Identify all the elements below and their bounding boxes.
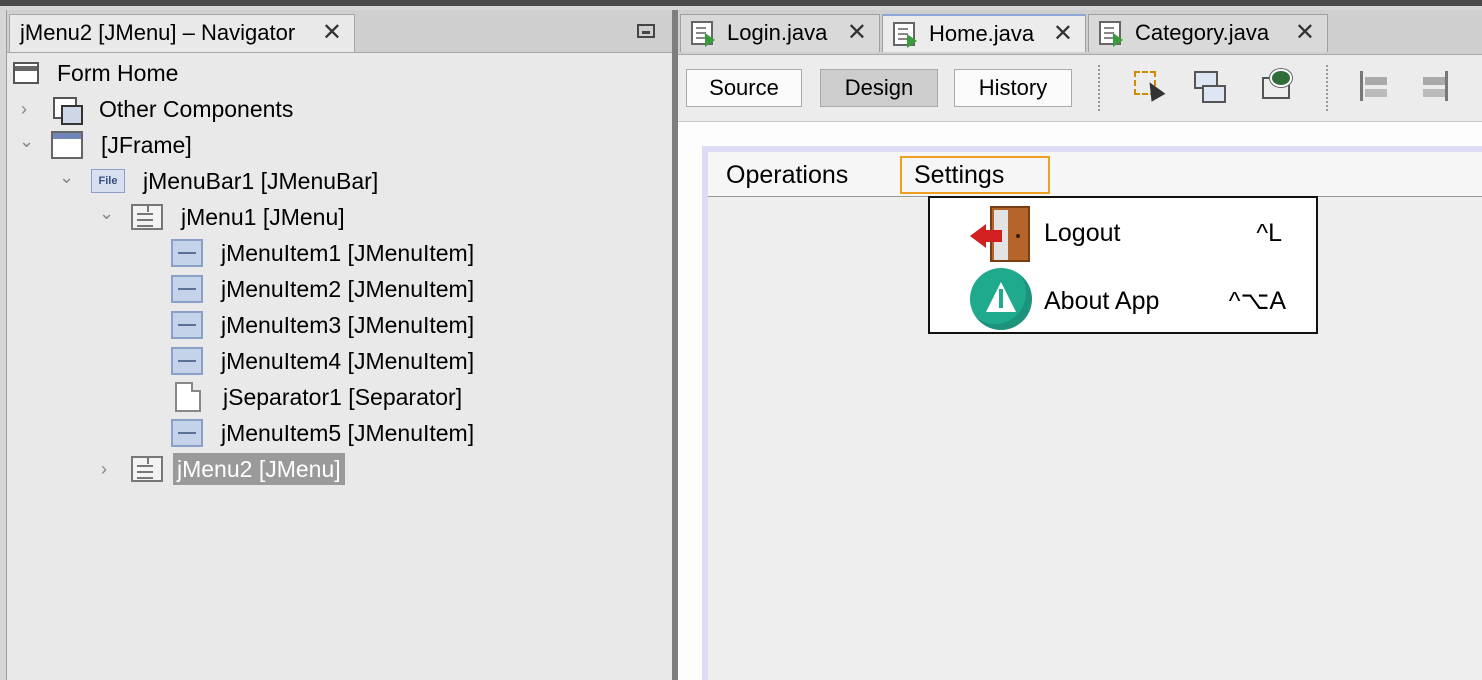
navigator-tab-title: jMenu2 [JMenu] – Navigator	[20, 20, 296, 45]
menu-item-shortcut: ^⌥A	[1228, 287, 1286, 315]
tree-node-jmenuitem4[interactable]: jMenuItem4 [JMenuItem]	[171, 344, 478, 378]
menu-item-about-app[interactable]: About App ^⌥A	[930, 268, 1316, 330]
design-button[interactable]: Design	[820, 69, 938, 107]
menuitem-icon	[171, 347, 203, 375]
form-icon	[13, 62, 39, 84]
tree-node-jmenuitem3[interactable]: jMenuItem3 [JMenuItem]	[171, 308, 478, 342]
tab-home-java[interactable]: Home.java ✕	[882, 14, 1086, 52]
tree-node-label: jMenu1 [JMenu]	[181, 204, 345, 230]
logout-door-icon	[970, 204, 1036, 264]
tree-node-jmenuitem2[interactable]: jMenuItem2 [JMenuItem]	[171, 272, 478, 306]
chevron-down-icon[interactable]: ⌄	[59, 168, 74, 186]
menu-item-shortcut: ^L	[1256, 219, 1282, 247]
separator-icon	[175, 382, 201, 412]
selection-mode-icon[interactable]	[1132, 69, 1164, 103]
tree-node-label: jSeparator1 [Separator]	[223, 384, 463, 410]
tree-node-jframe[interactable]: ⌄ [JFrame]	[19, 128, 196, 162]
menu-item-label: About App	[1044, 287, 1160, 315]
menubar-file-icon: File	[91, 169, 125, 193]
navigator-panel: jMenu2 [JMenu] – Navigator ✕ Form Home ›…	[6, 10, 673, 680]
toolbar-separator	[1326, 65, 1328, 111]
design-canvas: Operations Settings Logout ^L About App …	[678, 122, 1482, 680]
tab-label: Category.java	[1135, 20, 1270, 45]
chevron-right-icon[interactable]: ›	[21, 100, 35, 118]
tree-node-jmenubar1[interactable]: ⌄ File jMenuBar1 [JMenuBar]	[59, 164, 382, 198]
close-icon[interactable]: ✕	[1295, 15, 1315, 51]
align-left-icon[interactable]	[1360, 69, 1390, 103]
tree-node-label: Other Components	[99, 96, 294, 122]
source-button[interactable]: Source	[686, 69, 802, 107]
menu-item-label: Logout	[1044, 219, 1121, 247]
menuitem-icon	[171, 239, 203, 267]
menu-operations[interactable]: Operations	[714, 156, 860, 194]
menuitem-icon	[171, 311, 203, 339]
tab-login-java[interactable]: Login.java ✕	[680, 14, 880, 52]
java-file-icon	[691, 21, 715, 47]
tab-category-java[interactable]: Category.java ✕	[1088, 14, 1328, 52]
tree-node-label: Form Home	[57, 60, 179, 86]
tree-node-other-components[interactable]: › Other Components	[21, 92, 297, 126]
jframe-icon	[51, 131, 83, 159]
menuitem-icon	[171, 419, 203, 447]
tab-label: Login.java	[727, 20, 828, 45]
tree-node-label-selected: jMenu2 [JMenu]	[173, 453, 345, 485]
tree-node-label: jMenuItem1 [JMenuItem]	[221, 240, 475, 266]
history-button[interactable]: History	[954, 69, 1072, 107]
connection-mode-icon[interactable]	[1192, 69, 1226, 103]
tree-node-form-home[interactable]: Form Home	[13, 56, 182, 90]
editor-panel: Login.java ✕ Home.java ✕ Category.java ✕…	[678, 10, 1482, 680]
chevron-down-icon[interactable]: ⌄	[19, 132, 34, 150]
close-icon[interactable]: ✕	[847, 15, 867, 51]
java-file-icon	[893, 22, 917, 48]
tree-node-label: jMenuItem4 [JMenuItem]	[221, 348, 475, 374]
tree-node-label: jMenuItem2 [JMenuItem]	[221, 276, 475, 302]
minimize-icon[interactable]	[637, 24, 655, 38]
toolbar-separator	[1098, 65, 1100, 111]
preview-design-icon[interactable]	[1260, 69, 1292, 103]
editor-toolbar: Source Design History	[678, 55, 1482, 122]
window-top-strip	[0, 0, 1482, 6]
tree-node-jmenuitem5[interactable]: jMenuItem5 [JMenuItem]	[171, 416, 478, 450]
menuitem-icon	[171, 275, 203, 303]
info-icon	[970, 268, 1036, 330]
menu-icon	[131, 456, 163, 482]
tree-node-jmenu1[interactable]: ⌄ jMenu1 [JMenu]	[99, 200, 349, 234]
navigator-tab[interactable]: jMenu2 [JMenu] – Navigator ✕	[9, 14, 355, 52]
close-icon[interactable]: ✕	[322, 15, 342, 51]
tree-node-jmenuitem1[interactable]: jMenuItem1 [JMenuItem]	[171, 236, 478, 270]
close-icon[interactable]: ✕	[1053, 16, 1073, 52]
tree-node-label: jMenuItem3 [JMenuItem]	[221, 312, 475, 338]
align-right-icon[interactable]	[1418, 69, 1448, 103]
menu-item-logout[interactable]: Logout ^L	[930, 200, 1316, 262]
java-file-icon	[1099, 21, 1123, 47]
editor-tab-bar: Login.java ✕ Home.java ✕ Category.java ✕	[678, 10, 1482, 55]
tree-node-jmenu2[interactable]: › jMenu2 [JMenu]	[101, 452, 345, 486]
navigator-tab-bar: jMenu2 [JMenu] – Navigator ✕	[7, 10, 673, 53]
tab-label: Home.java	[929, 21, 1035, 46]
jframe-preview: Operations Settings Logout ^L About App …	[702, 146, 1482, 680]
tree-node-label: [JFrame]	[101, 132, 192, 158]
tree-node-label: jMenuItem5 [JMenuItem]	[221, 420, 475, 446]
other-components-icon	[51, 95, 83, 125]
settings-popup-menu: Logout ^L About App ^⌥A	[928, 196, 1318, 334]
chevron-right-icon[interactable]: ›	[101, 460, 115, 478]
tree-node-jseparator1[interactable]: jSeparator1 [Separator]	[175, 380, 466, 414]
menu-bar: Operations Settings	[708, 152, 1482, 197]
tree-node-label: jMenuBar1 [JMenuBar]	[143, 168, 379, 194]
chevron-down-icon[interactable]: ⌄	[99, 204, 114, 222]
menu-settings[interactable]: Settings	[900, 156, 1050, 194]
menu-icon	[131, 204, 163, 230]
